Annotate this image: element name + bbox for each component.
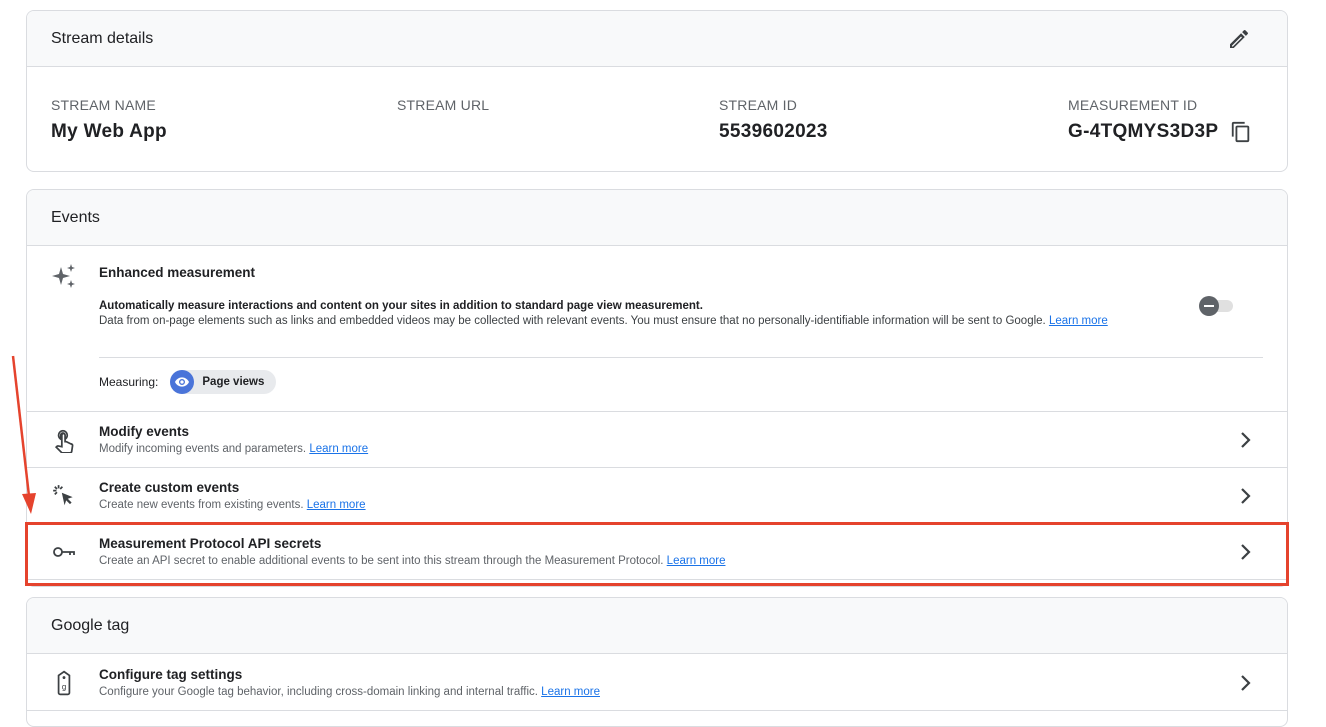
configure-tag-settings-row[interactable]: g Configure tag settings Configure your … xyxy=(27,655,1287,711)
create-custom-events-title: Create custom events xyxy=(99,480,240,495)
toggle-knob xyxy=(1199,296,1219,316)
enhanced-learn-more-link[interactable]: Learn more xyxy=(1049,315,1108,327)
enhanced-measurement-title: Enhanced measurement xyxy=(99,265,256,280)
events-title: Events xyxy=(51,208,100,226)
stream-id-label: STREAM ID xyxy=(719,97,798,113)
divider xyxy=(99,357,1263,358)
measurement-protocol-title: Measurement Protocol API secrets xyxy=(99,536,322,551)
stream-url-label: STREAM URL xyxy=(397,97,490,113)
create-custom-events-learn-more-link[interactable]: Learn more xyxy=(307,499,366,511)
stream-id-value: 5539602023 xyxy=(719,121,828,142)
copy-icon[interactable] xyxy=(1230,121,1252,143)
measurement-id-label: MEASUREMENT ID xyxy=(1068,97,1198,113)
modify-events-subtitle: Modify incoming events and parameters. L… xyxy=(99,443,368,455)
google-tag-header: Google tag xyxy=(27,598,1287,654)
measurement-id-field: MEASUREMENT ID G-4TQMYS3D3P xyxy=(1068,97,1252,143)
edit-pencil-icon[interactable] xyxy=(1227,27,1251,51)
stream-details-title: Stream details xyxy=(51,29,154,47)
modify-events-learn-more-link[interactable]: Learn more xyxy=(309,443,368,455)
sparkle-icon xyxy=(52,264,75,288)
create-custom-events-subtitle-text: Create new events from existing events. xyxy=(99,499,304,511)
page-views-chip: Page views xyxy=(170,370,277,394)
measurement-id-row: G-4TQMYS3D3P xyxy=(1068,121,1252,143)
chevron-right-icon xyxy=(1241,432,1251,448)
configure-tag-settings-subtitle-text: Configure your Google tag behavior, incl… xyxy=(99,686,538,698)
enhanced-measurement-section: Enhanced measurement Automatically measu… xyxy=(27,247,1287,412)
events-card: Events Enhanced measurement Automaticall… xyxy=(26,189,1288,587)
eye-icon xyxy=(170,370,195,394)
measuring-row: Measuring: Page views xyxy=(99,370,277,394)
enhanced-measurement-description: Automatically measure interactions and c… xyxy=(99,299,1189,329)
stream-id-field: STREAM ID 5539602023 xyxy=(719,97,828,143)
stream-name-value: My Web App xyxy=(51,121,167,142)
modify-events-title: Modify events xyxy=(99,424,190,439)
key-icon xyxy=(53,547,75,557)
stream-details-header: Stream details xyxy=(27,11,1287,67)
measuring-label: Measuring: xyxy=(99,375,159,389)
enhanced-measurement-desc-text: Data from on-page elements such as links… xyxy=(99,315,1046,327)
create-custom-events-row[interactable]: Create custom events Create new events f… xyxy=(27,468,1287,524)
tag-icon: g xyxy=(57,670,71,696)
modify-events-subtitle-text: Modify incoming events and parameters. xyxy=(99,443,307,455)
measurement-id-value: G-4TQMYS3D3P xyxy=(1068,121,1219,142)
create-custom-events-subtitle: Create new events from existing events. … xyxy=(99,499,366,511)
modify-events-row[interactable]: Modify events Modify incoming events and… xyxy=(27,412,1287,468)
measurement-protocol-row[interactable]: Measurement Protocol API secrets Create … xyxy=(27,524,1287,580)
touch-icon xyxy=(54,429,74,453)
chevron-right-icon xyxy=(1241,675,1251,691)
configure-tag-settings-learn-more-link[interactable]: Learn more xyxy=(541,686,600,698)
chevron-right-icon xyxy=(1241,544,1251,560)
chevron-right-icon xyxy=(1241,488,1251,504)
configure-tag-settings-title: Configure tag settings xyxy=(99,667,243,682)
measurement-protocol-subtitle-text: Create an API secret to enable additiona… xyxy=(99,555,664,567)
cursor-click-icon xyxy=(53,485,73,506)
stream-name-label: STREAM NAME xyxy=(51,97,156,113)
page-views-chip-label: Page views xyxy=(202,376,265,388)
enhanced-measurement-toggle[interactable] xyxy=(1199,296,1235,316)
enhanced-measurement-desc-bold: Automatically measure interactions and c… xyxy=(99,300,703,312)
stream-details-card: Stream details STREAM NAME My Web App ST… xyxy=(26,10,1288,172)
measurement-protocol-subtitle: Create an API secret to enable additiona… xyxy=(99,555,725,567)
measurement-protocol-learn-more-link[interactable]: Learn more xyxy=(667,555,726,567)
stream-url-field: STREAM URL xyxy=(397,97,489,121)
google-tag-title: Google tag xyxy=(51,616,130,634)
stream-name-field: STREAM NAME My Web App xyxy=(51,97,167,143)
configure-tag-settings-subtitle: Configure your Google tag behavior, incl… xyxy=(99,686,600,698)
events-header: Events xyxy=(27,190,1287,246)
google-tag-card: Google tag g Configure tag settings Conf… xyxy=(26,597,1288,727)
svg-text:g: g xyxy=(62,683,67,692)
